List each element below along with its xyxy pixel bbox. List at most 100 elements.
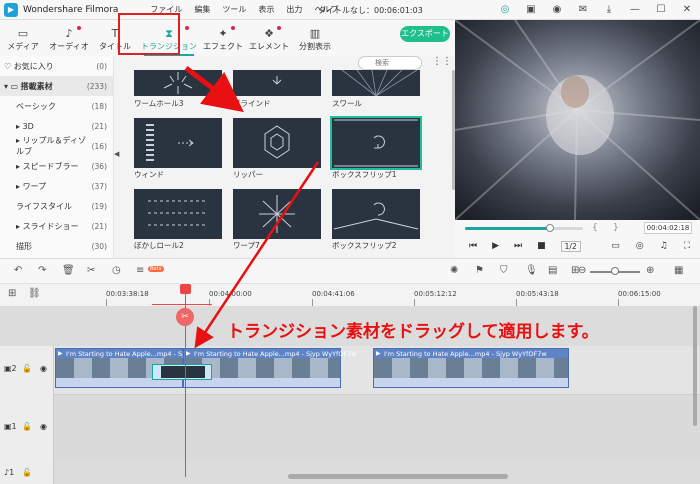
mark-out-icon[interactable]: } — [613, 223, 619, 233]
undo-icon[interactable]: ↶ — [14, 265, 22, 276]
app-name: Wondershare Filmora — [23, 4, 119, 15]
mark-in-icon[interactable]: { — [592, 223, 598, 233]
applied-transition[interactable] — [152, 364, 212, 380]
transition-thumb-wind[interactable] — [134, 118, 222, 168]
marker-icon[interactable]: ⚑ — [475, 265, 484, 276]
sidebar-item-shape[interactable]: 描形 (30) — [0, 236, 113, 256]
sidebar-item-ripple[interactable]: ▸ リップル＆ディゾルブ (16) — [0, 136, 113, 156]
track-header-audio: ♪1 🔓 — [0, 462, 54, 484]
thumb-label: ウィンド — [134, 170, 164, 179]
video-clip[interactable]: ▶ I'm Starting to Hate Apple...mp4 - Sjy… — [373, 348, 569, 388]
next-frame-icon[interactable]: ⏭ — [514, 241, 522, 252]
render-icon[interactable]: ✺ — [450, 265, 458, 276]
grid-view-icon[interactable]: ⋮⋮ — [432, 56, 452, 67]
delete-icon[interactable]: 🗑 — [62, 265, 75, 276]
feedback-icon[interactable]: ✉ — [576, 3, 590, 17]
menu-export[interactable]: 出力 — [286, 4, 302, 15]
add-track-icon[interactable]: ⊞ — [8, 288, 16, 299]
clip-play-icon: ▶ — [58, 350, 63, 357]
eye-icon[interactable]: ◉ — [40, 422, 47, 431]
transition-thumb-warp7[interactable] — [233, 189, 321, 239]
tab-audio[interactable]: ♪ オーディオ — [46, 22, 92, 56]
sidebar-item-slideshow[interactable]: ▸ スライドショー (21) — [0, 216, 113, 236]
lock-icon[interactable]: 🔓 — [22, 468, 32, 477]
new-badge — [185, 26, 189, 30]
monitor-icon[interactable]: ▭ — [611, 241, 620, 251]
timecode: 00:03:38:18 — [106, 290, 149, 298]
timeline-ruler[interactable]: ⊞ ⛓ 00:03:38:18 00:04:00:00 00:04:41:06 … — [0, 284, 700, 306]
support-icon[interactable]: ◎ — [498, 3, 512, 17]
subtitle-icon[interactable]: ▤ — [548, 265, 557, 276]
transition-thumb-boxflip1[interactable] — [330, 116, 422, 170]
prev-frame-icon[interactable]: ⏮ — [469, 241, 477, 252]
sidebar-item-lifestyle[interactable]: ライフスタイル (19) — [0, 196, 113, 216]
fit-icon[interactable]: ▦ — [674, 265, 683, 276]
mic-icon[interactable]: 🎙 — [525, 265, 538, 276]
play-icon[interactable]: ▶ — [492, 241, 499, 252]
download-icon[interactable]: ⤓ — [602, 3, 616, 17]
lock-icon[interactable]: 🔓 — [22, 364, 32, 373]
tab-element[interactable]: ❖ エレメント — [246, 22, 292, 56]
user-icon[interactable]: ◉ — [550, 3, 564, 17]
adjust-icon[interactable]: ≡ — [136, 265, 144, 276]
tab-split-screen[interactable]: ▥ 分割表示 — [292, 22, 338, 56]
tab-media[interactable]: ▭ メディア — [0, 22, 46, 56]
timeline-hscrollbar[interactable] — [288, 474, 508, 479]
preview-quality-select[interactable]: 1/2 — [560, 241, 581, 252]
video-track-1[interactable] — [54, 394, 700, 462]
track-header-video1: ▣1 🔓 ◉ — [0, 394, 54, 462]
cut-icon[interactable]: ✂ — [87, 265, 95, 276]
new-badge — [231, 26, 235, 30]
sidebar-item-warp[interactable]: ▸ ワープ (37) — [0, 176, 113, 196]
transition-thumb-ripper[interactable] — [233, 118, 321, 168]
sidebar-item-favorites[interactable]: ♡ お気に入り (0) — [0, 56, 113, 76]
playback-progress[interactable] — [465, 224, 583, 232]
video-preview — [455, 20, 700, 220]
menu-edit[interactable]: 編集 — [194, 4, 210, 15]
thumb-label: ボックスフリップ2 — [332, 241, 397, 250]
redo-icon[interactable]: ↷ — [38, 265, 46, 276]
zoom-knob[interactable] — [611, 267, 619, 275]
fullscreen-icon[interactable]: ⛶ — [684, 241, 690, 251]
gift-icon[interactable]: ▣ — [524, 3, 538, 17]
lock-icon[interactable]: 🔓 — [22, 422, 32, 431]
zoom-out-icon[interactable]: ⊖ — [578, 265, 586, 276]
minimize-icon[interactable]: — — [628, 3, 642, 17]
app-logo: ▶ — [4, 2, 18, 17]
stop-icon[interactable]: ■ — [537, 241, 546, 252]
link-icon[interactable]: ⛓ — [28, 288, 41, 299]
progress-knob[interactable] — [545, 224, 554, 232]
speed-icon[interactable]: ◷ — [112, 265, 121, 276]
search-input[interactable] — [358, 56, 422, 70]
instruction-annotation: トランジション素材をドラッグして適用します。 — [227, 322, 599, 342]
tab-effect[interactable]: ✦ エフェクト — [200, 22, 246, 56]
sidebar-item-basic[interactable]: ベーシック (18) — [0, 96, 113, 116]
transition-thumb-boxflip2[interactable] — [332, 189, 420, 239]
eye-icon[interactable]: ◉ — [40, 364, 47, 373]
volume-icon[interactable]: ♫ — [660, 241, 668, 251]
menu-view[interactable]: 表示 — [258, 4, 274, 15]
transition-thumb-blind[interactable] — [233, 70, 321, 96]
timecode: 00:05:43:18 — [516, 290, 559, 298]
category-sidebar: ♡ お気に入り (0) ▾ ▭ 搭載素材 (233) ベーシック (18) ▸ … — [0, 56, 114, 258]
sidebar-item-speed-blur[interactable]: ▸ スピードブラー (36) — [0, 156, 113, 176]
sidebar-item-builtin[interactable]: ▾ ▭ 搭載素材 (233) — [0, 76, 113, 96]
thumb-label: スワール — [332, 99, 362, 108]
music-icon: ♪ — [65, 26, 73, 40]
transition-thumb-wormhole3[interactable] — [134, 70, 222, 96]
timeline-vscrollbar[interactable] — [693, 306, 697, 426]
split-scissors-icon[interactable]: ✂ — [176, 308, 194, 326]
maximize-icon[interactable]: ☐ — [654, 3, 668, 17]
export-button[interactable]: エクスポート — [400, 26, 450, 42]
zoom-in-icon[interactable]: ⊕ — [646, 265, 654, 276]
sidebar-item-3d[interactable]: ▸ 3D (21) — [0, 116, 113, 136]
shield-icon[interactable]: ⛉ — [500, 265, 508, 276]
close-icon[interactable]: ✕ — [680, 3, 694, 17]
thumb-label: リッパー — [233, 170, 263, 179]
snapshot-icon[interactable]: ◎ — [636, 241, 644, 251]
audio-track-icon: ♪1 — [4, 468, 15, 477]
timecode: 00:06:15:00 — [618, 290, 661, 298]
transition-thumb-blur-roll2[interactable] — [134, 189, 222, 239]
transition-thumb-swirl[interactable] — [332, 70, 420, 96]
menu-tools[interactable]: ツール — [222, 4, 246, 15]
